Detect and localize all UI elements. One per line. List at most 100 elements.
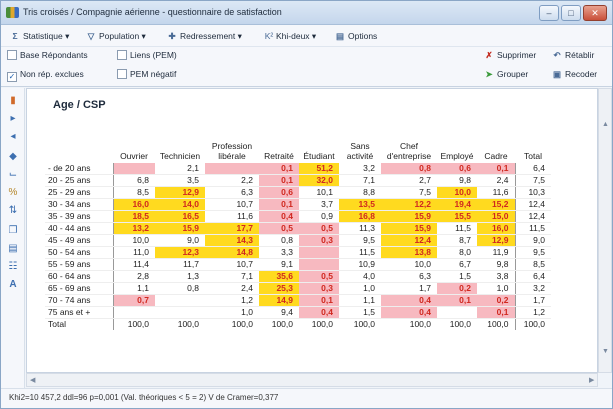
column-header[interactable]: Chef d'entreprise	[381, 127, 437, 163]
table-icon[interactable]: ▤	[6, 242, 20, 256]
options-button[interactable]: ▤ Options	[334, 31, 377, 42]
table-cell[interactable]: 14,8	[205, 246, 259, 259]
table-cell[interactable]: 15,9	[381, 210, 437, 223]
column-header[interactable]: Étudiant	[299, 127, 339, 163]
table-cell[interactable]: 0,4	[259, 210, 299, 223]
table-cell[interactable]: 0,5	[299, 222, 339, 235]
table-cell[interactable]: 4,0	[339, 270, 381, 283]
table-cell[interactable]: 100,0	[381, 318, 437, 330]
table-cell[interactable]: 3,2	[515, 282, 551, 295]
table-cell[interactable]: 14,9	[259, 294, 299, 307]
chart-icon[interactable]: ▮	[6, 94, 20, 108]
table-cell[interactable]: 25,3	[259, 282, 299, 295]
table-cell[interactable]: 0,1	[477, 163, 516, 175]
table-cell[interactable]: 0,5	[259, 222, 299, 235]
table-cell[interactable]: 7,5	[381, 186, 437, 199]
table-cell[interactable]: 100,0	[155, 318, 205, 330]
row-label[interactable]: 25 - 29 ans	[45, 186, 114, 199]
pem-negatif-checkbox[interactable]: PEM négatif	[117, 69, 176, 79]
scroll-up-icon[interactable]: ▲	[602, 121, 609, 128]
table-cell[interactable]: 16,8	[339, 210, 381, 223]
table-cell[interactable]: 10,9	[339, 258, 381, 271]
table-cell[interactable]	[437, 306, 477, 319]
table-cell[interactable]: 14,0	[155, 198, 205, 211]
table-cell[interactable]: 0,3	[299, 234, 339, 247]
table-cell[interactable]: 11,7	[155, 258, 205, 271]
table-cell[interactable]: 15,9	[155, 222, 205, 235]
table-cell[interactable]: 13,2	[113, 222, 155, 235]
row-label[interactable]: 75 ans et +	[45, 306, 114, 319]
table-cell[interactable]: 6,4	[515, 163, 551, 175]
table-cell[interactable]	[205, 163, 259, 175]
row-label[interactable]: Total	[45, 318, 114, 330]
table-cell[interactable]: 51,2	[299, 163, 339, 175]
recoder-button[interactable]: ▣ Recoder	[551, 69, 597, 80]
table-cell[interactable]: 3,3	[259, 246, 299, 259]
khideux-menu[interactable]: K² Khi-deux ▾	[264, 31, 316, 42]
row-label[interactable]: 65 - 69 ans	[45, 282, 114, 295]
table-cell[interactable]: 12,4	[515, 210, 551, 223]
table-cell[interactable]: 0,1	[259, 174, 299, 187]
table-cell[interactable]: 11,3	[339, 222, 381, 235]
table-cell[interactable]: 0,4	[381, 294, 437, 307]
table-cell[interactable]: 0,1	[259, 198, 299, 211]
table-cell[interactable]: 0,6	[259, 186, 299, 199]
table-cell[interactable]: 7,1	[205, 270, 259, 283]
table-cell[interactable]: 3,2	[339, 163, 381, 175]
table-cell[interactable]: 11,4	[113, 258, 155, 271]
table-cell[interactable]: 9,8	[477, 258, 516, 271]
table-cell[interactable]: 2,2	[205, 174, 259, 187]
table-cell[interactable]: 32,0	[299, 174, 339, 187]
table-cell[interactable]: 6,3	[381, 270, 437, 283]
table-cell[interactable]: 9,5	[515, 246, 551, 259]
row-label[interactable]: 55 - 59 ans	[45, 258, 114, 271]
column-header[interactable]: Technicien	[155, 127, 205, 163]
table-cell[interactable]: 2,1	[155, 163, 205, 175]
table-cell[interactable]: 1,3	[155, 270, 205, 283]
table-cell[interactable]: 12,3	[155, 246, 205, 259]
table-cell[interactable]	[299, 258, 339, 271]
table-cell[interactable]: 2,4	[477, 174, 516, 187]
table-cell[interactable]: 1,2	[205, 294, 259, 307]
table-cell[interactable]: 0,1	[437, 294, 477, 307]
arrow-right-icon[interactable]: ▸	[6, 112, 20, 126]
table-cell[interactable]: 10,7	[205, 258, 259, 271]
table-cell[interactable]: 16,0	[113, 198, 155, 211]
table-cell[interactable]: 3,8	[477, 270, 516, 283]
table-cell[interactable]: 10,0	[381, 258, 437, 271]
scroll-left-icon[interactable]: ◀	[30, 376, 35, 384]
table-cell[interactable]: 16,5	[155, 210, 205, 223]
table-cell[interactable]: 11,5	[339, 246, 381, 259]
scroll-right-icon[interactable]: ▶	[589, 376, 594, 384]
table-cell[interactable]: 14,3	[205, 234, 259, 247]
table-cell[interactable]: 0,6	[437, 163, 477, 175]
table-cell[interactable]: 0,4	[299, 306, 339, 319]
close-button[interactable]: ✕	[583, 5, 607, 21]
table-cell[interactable]	[113, 306, 155, 319]
table-cell[interactable]: 15,2	[477, 198, 516, 211]
table-cell[interactable]: 9,8	[437, 174, 477, 187]
table-cell[interactable]: 11,0	[113, 246, 155, 259]
table-cell[interactable]: 15,5	[437, 210, 477, 223]
population-menu[interactable]: ▽ Population ▾	[85, 31, 146, 42]
maximize-button[interactable]: □	[561, 5, 581, 21]
retablir-button[interactable]: ↶ Rétablir	[551, 50, 594, 61]
arrow-left-icon[interactable]: ◂	[6, 130, 20, 144]
table-cell[interactable]: 9,0	[155, 234, 205, 247]
table-cell[interactable]: 12,9	[155, 186, 205, 199]
table-cell[interactable]: 8,7	[437, 234, 477, 247]
row-label[interactable]: 35 - 39 ans	[45, 210, 114, 223]
table-cell[interactable]: 9,5	[339, 234, 381, 247]
table-cell[interactable]: 8,5	[113, 186, 155, 199]
table-cell[interactable]: 2,7	[381, 174, 437, 187]
table-cell[interactable]: 1,0	[339, 282, 381, 295]
table-cell[interactable]: 10,0	[437, 186, 477, 199]
row-label[interactable]: 40 - 44 ans	[45, 222, 114, 235]
table-cell[interactable]: 6,8	[113, 174, 155, 187]
table-cell[interactable]: 1,7	[381, 282, 437, 295]
table-cell[interactable]: 1,7	[515, 294, 551, 307]
table-cell[interactable]: 7,5	[515, 174, 551, 187]
redressement-menu[interactable]: ✚ Redressement ▾	[166, 31, 241, 42]
horizontal-scrollbar[interactable]: ◀ ▶	[26, 373, 598, 387]
table-cell[interactable]: 100,0	[477, 318, 516, 330]
